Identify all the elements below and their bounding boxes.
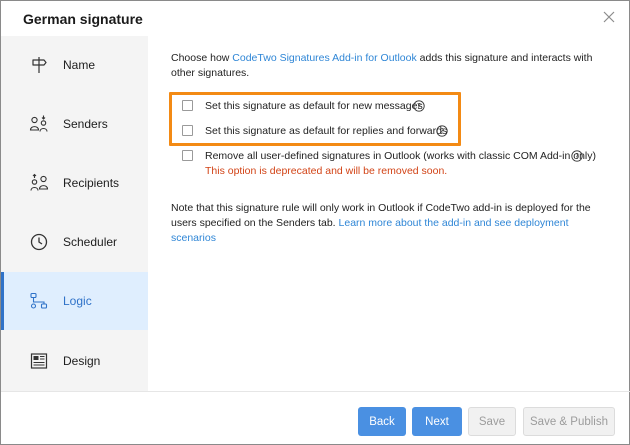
sidebar-item-label: Senders (63, 117, 108, 131)
help-icon[interactable]: ? (571, 150, 583, 162)
help-icon[interactable]: ? (436, 125, 448, 137)
close-icon[interactable] (601, 9, 617, 25)
sidebar-item-recipients[interactable]: Recipients (1, 154, 148, 212)
save-button[interactable]: Save (468, 407, 516, 436)
intro-text: Choose how CodeTwo Signatures Add-in for… (171, 51, 601, 81)
deprecation-warning: This option is deprecated and will be re… (205, 165, 448, 177)
deployment-note: Note that this signature rule will only … (171, 201, 611, 246)
svg-text:?: ? (440, 127, 444, 136)
design-layout-icon (30, 353, 48, 369)
remove-user-signatures-checkbox[interactable] (182, 150, 193, 161)
svg-text:?: ? (575, 152, 579, 161)
remove-user-signatures-label: Remove all user-defined signatures in Ou… (205, 150, 596, 162)
save-publish-button[interactable]: Save & Publish (523, 407, 615, 436)
clock-icon (30, 233, 48, 251)
default-replies-forwards-label: Set this signature as default for replie… (205, 125, 448, 137)
intro-prefix: Choose how (171, 52, 233, 64)
addin-link[interactable]: CodeTwo Signatures Add-in for Outlook (232, 52, 416, 64)
dialog-title: German signature (23, 11, 143, 27)
logic-flow-icon (30, 292, 48, 309)
sidebar: Name Senders Recipients Scheduler Logic … (1, 36, 148, 391)
sidebar-item-label: Logic (63, 294, 92, 308)
recipients-icon (30, 173, 49, 191)
sidebar-item-label: Scheduler (63, 235, 118, 249)
sidebar-item-name[interactable]: Name (1, 36, 148, 94)
dialog-footer: Back Next Save Save & Publish (1, 391, 630, 445)
back-button[interactable]: Back (358, 407, 406, 436)
sidebar-item-logic[interactable]: Logic (1, 272, 148, 330)
default-new-messages-label: Set this signature as default for new me… (205, 100, 423, 112)
help-icon[interactable]: ? (413, 100, 425, 112)
sidebar-item-label: Recipients (63, 176, 120, 190)
default-new-messages-checkbox[interactable] (182, 100, 193, 111)
sidebar-item-senders[interactable]: Senders (1, 95, 148, 153)
next-button[interactable]: Next (412, 407, 462, 436)
sidebar-item-label: Name (63, 58, 96, 72)
signature-dialog: German signature Name Senders Recipients… (0, 0, 630, 445)
senders-icon (29, 115, 48, 132)
default-replies-forwards-checkbox[interactable] (182, 125, 193, 136)
sidebar-item-scheduler[interactable]: Scheduler (1, 213, 148, 271)
svg-text:?: ? (417, 102, 421, 111)
sidebar-item-label: Design (63, 354, 101, 368)
sidebar-item-design[interactable]: Design (1, 332, 148, 390)
signpost-icon (32, 57, 47, 73)
